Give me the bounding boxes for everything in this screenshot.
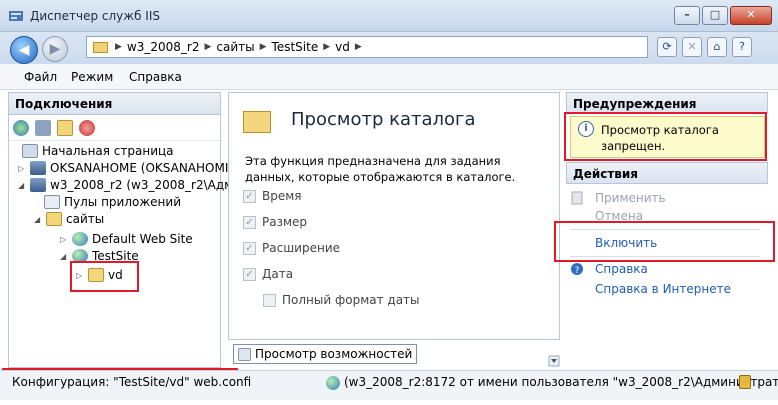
features-view-tab[interactable]: Просмотр возможностей: [233, 344, 418, 364]
save-icon[interactable]: [35, 119, 51, 136]
breadcrumb-vd[interactable]: vd: [335, 40, 350, 54]
lock-icon: [739, 375, 751, 389]
collapse-icon[interactable]: ◢: [34, 215, 44, 224]
checkbox-extension[interactable]: ✓: [243, 241, 256, 255]
checkbox-long-date[interactable]: [263, 293, 276, 307]
back-button[interactable]: ◀: [10, 36, 38, 64]
home-icon[interactable]: ⌂: [707, 37, 727, 57]
menu-view[interactable]: Режим: [71, 70, 113, 84]
option-extension[interactable]: ✓ Расширение: [243, 241, 340, 255]
tree-item-w3-server[interactable]: ◢ w3_2008_r2 (w3_2008_r2\Админ: [18, 176, 249, 194]
cancel-icon: [570, 211, 584, 221]
server-icon: [30, 178, 46, 192]
breadcrumb-server[interactable]: w3_2008_r2: [127, 40, 200, 54]
directory-browsing-folder-icon: [243, 111, 271, 133]
help-icon: ?: [570, 262, 584, 276]
folder-icon: [93, 41, 108, 53]
option-time[interactable]: ✓ Время: [243, 189, 302, 203]
arrow-left-icon: ◀: [18, 42, 30, 58]
chevron-right-icon: ▶: [115, 42, 122, 52]
address-bar[interactable]: ▶ w3_2008_r2 ▶ сайты ▶ TestSite ▶ vd ▶: [86, 36, 648, 58]
collapse-icon[interactable]: ◢: [18, 181, 28, 190]
up-folder-icon[interactable]: [57, 119, 73, 136]
breadcrumb-testsite[interactable]: TestSite: [272, 40, 319, 54]
iis-app-icon: [8, 8, 24, 24]
sites-folder-icon: [46, 212, 62, 226]
close-button[interactable]: ✕: [730, 6, 772, 25]
feature-title: Просмотр каталога: [291, 109, 476, 130]
window-title: Диспетчер служб IIS: [30, 9, 160, 23]
disconnect-icon[interactable]: [79, 119, 95, 136]
action-online-help[interactable]: Справка в Интернете: [595, 282, 731, 296]
breadcrumb-sites[interactable]: сайты: [216, 40, 254, 54]
highlight-alert: [564, 112, 767, 161]
connect-icon[interactable]: [13, 119, 29, 136]
stop-icon[interactable]: ✕: [682, 37, 702, 57]
option-date[interactable]: ✓ Дата: [243, 267, 293, 281]
actions-header: Действия: [566, 162, 768, 184]
menu-bar: Файл Режим Справка: [0, 64, 778, 90]
feature-description: Эта функция предназначена для задания да…: [245, 154, 516, 184]
app-pool-icon: [44, 195, 60, 209]
scroll-down-button[interactable]: [548, 340, 560, 368]
expand-icon[interactable]: ▷: [18, 164, 28, 173]
svg-text:?: ?: [575, 266, 580, 276]
highlight-vd-node: [70, 261, 139, 292]
server-icon: [30, 161, 46, 175]
tree-item-start-page[interactable]: Начальная страница: [22, 142, 174, 160]
action-help[interactable]: ? Справка: [570, 262, 648, 276]
features-view-icon: [238, 347, 251, 361]
chevron-right-icon: ▶: [354, 42, 362, 52]
tree-item-default-web-site[interactable]: ▷ Default Web Site: [60, 230, 193, 248]
maximize-button[interactable]: □: [702, 6, 728, 25]
status-config-path: Конфигурация: "TestSite/vd" web.confi: [12, 375, 252, 389]
option-long-date[interactable]: Полный формат даты: [263, 293, 420, 307]
chevron-right-icon: ▶: [323, 42, 331, 52]
menu-file[interactable]: Файл: [24, 70, 57, 84]
arrow-right-icon: ▶: [49, 41, 61, 57]
checkbox-time[interactable]: ✓: [243, 189, 256, 203]
action-apply[interactable]: Применить: [570, 191, 666, 205]
checkbox-size[interactable]: ✓: [243, 215, 256, 229]
expand-icon[interactable]: ▷: [60, 235, 70, 244]
highlight-enable-action: [554, 221, 775, 262]
forward-button[interactable]: ▶: [42, 36, 68, 62]
apply-icon: [570, 191, 584, 205]
collapse-icon[interactable]: ◢: [60, 252, 70, 261]
minimize-button[interactable]: –: [674, 6, 700, 25]
maximize-icon: □: [709, 8, 721, 21]
minimize-icon: –: [684, 8, 690, 21]
title-bar: Диспетчер служб IIS – □ ✕: [0, 0, 778, 32]
chevron-right-icon: ▶: [204, 42, 212, 52]
chevron-right-icon: ▶: [259, 42, 267, 52]
connections-header: Подключения: [9, 93, 220, 115]
tree-item-sites[interactable]: ◢ сайты: [34, 210, 104, 228]
menu-help[interactable]: Справка: [129, 70, 182, 84]
refresh-icon[interactable]: ⟳: [657, 37, 677, 57]
action-cancel[interactable]: Отмена: [570, 211, 643, 221]
option-size[interactable]: ✓ Размер: [243, 215, 307, 229]
checkbox-date[interactable]: ✓: [243, 267, 256, 281]
home-page-icon: [22, 144, 38, 158]
connection-globe-icon: [326, 376, 340, 390]
status-connection: (w3_2008_r2:8172 от имени пользователя "…: [344, 375, 778, 389]
help-icon[interactable]: ?: [732, 37, 752, 57]
website-globe-icon: [72, 232, 88, 246]
feature-panel: Просмотр каталога Эта функция предназнач…: [228, 92, 560, 340]
close-icon: ✕: [746, 8, 756, 21]
alerts-header: Предупреждения: [566, 92, 768, 114]
tree-item-app-pools[interactable]: Пулы приложений: [44, 193, 181, 211]
tree-item-oksanahome[interactable]: ▷ OKSANAHOME (OKSANAHOMI: [18, 159, 228, 177]
